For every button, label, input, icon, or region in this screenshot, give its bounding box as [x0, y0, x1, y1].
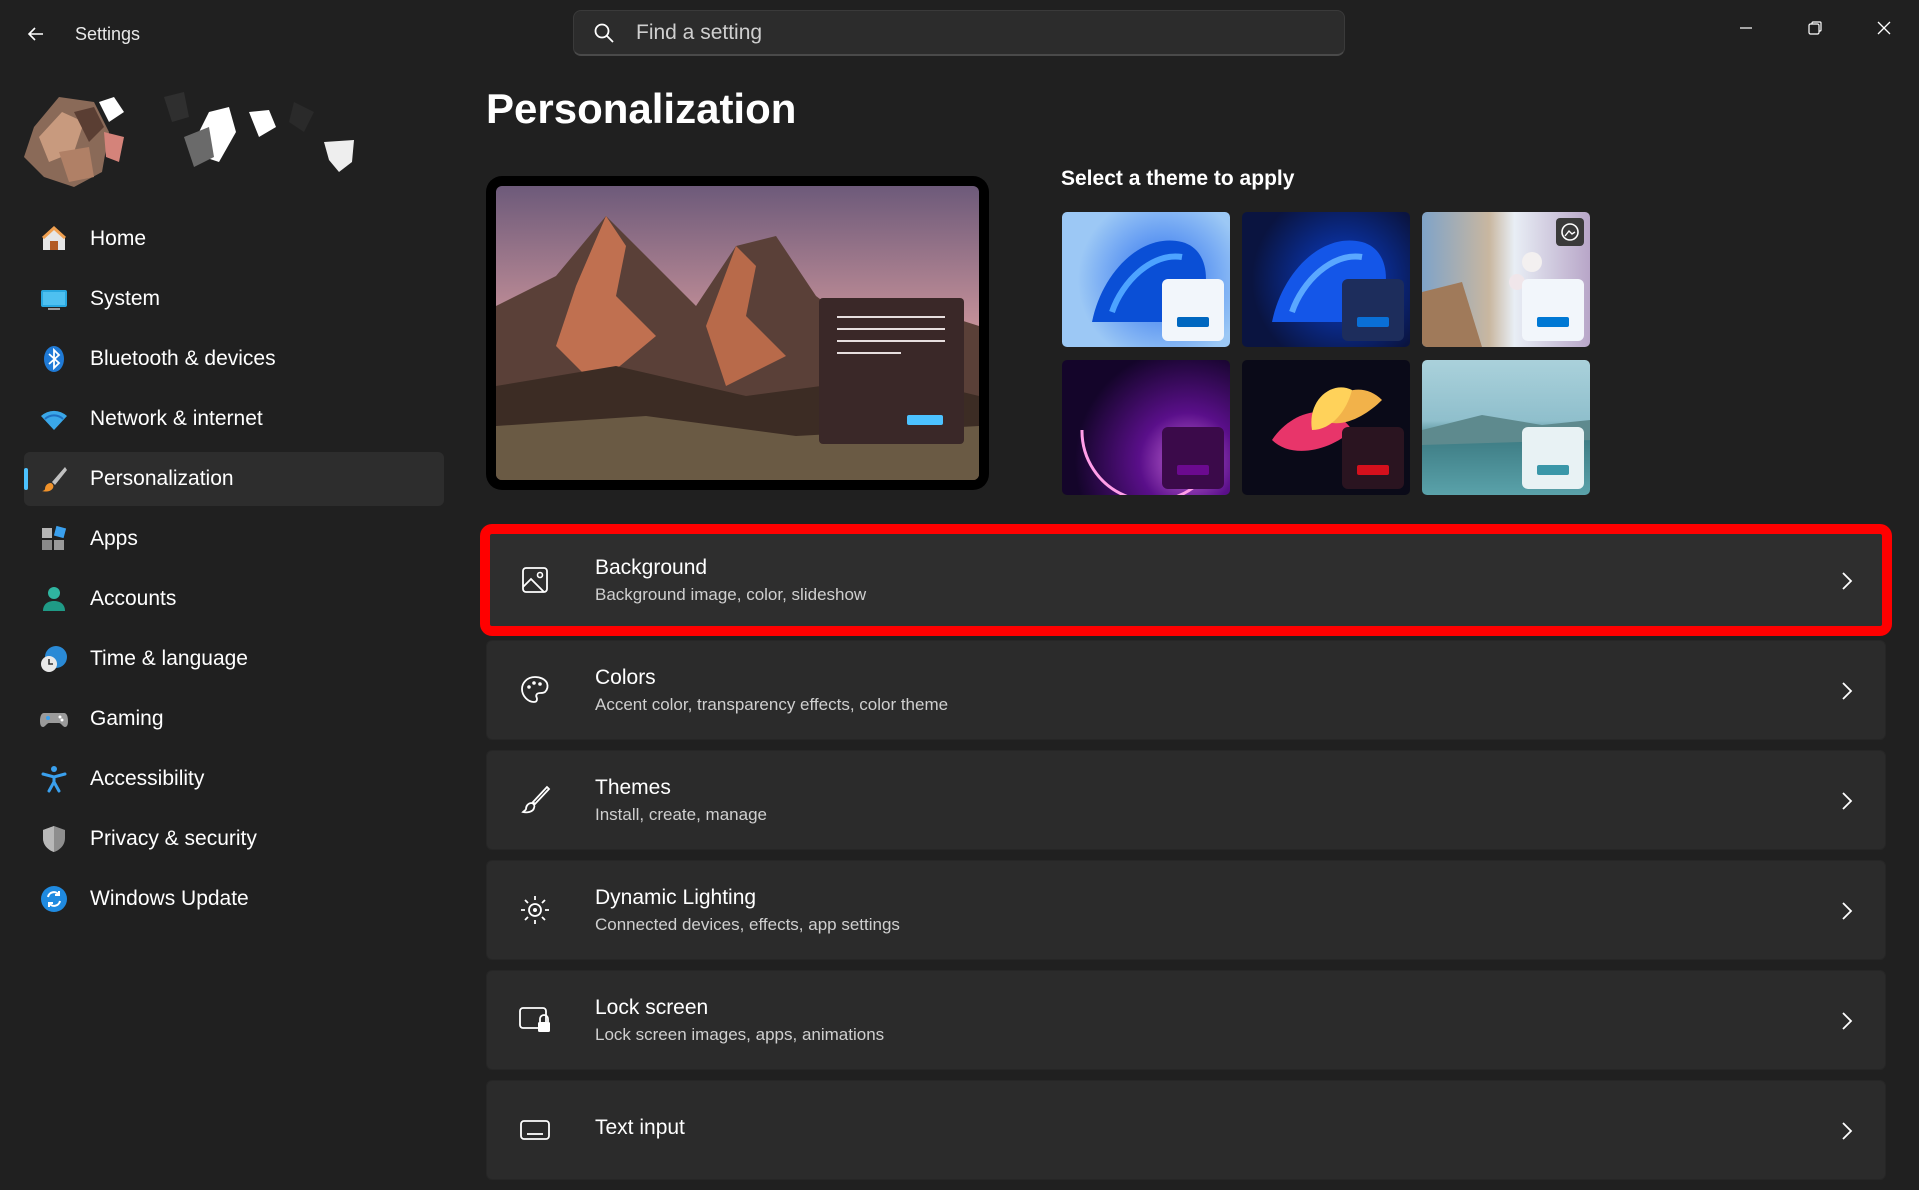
sidebar-item-label: Network & internet	[90, 407, 263, 430]
close-icon	[1877, 21, 1891, 35]
wifi-icon	[38, 403, 70, 435]
search-icon	[592, 21, 616, 45]
bluetooth-icon	[38, 343, 70, 375]
sidebar-item-label: Apps	[90, 527, 138, 550]
title-bar: Settings	[0, 0, 1919, 68]
user-profile[interactable]	[14, 82, 364, 192]
search-box[interactable]	[573, 10, 1345, 56]
lighting-icon	[517, 892, 553, 928]
restore-icon	[1808, 21, 1822, 35]
card-title: Themes	[595, 775, 671, 799]
update-icon	[38, 883, 70, 915]
sidebar-item-home[interactable]: Home	[24, 212, 444, 266]
sidebar-item-label: Accounts	[90, 587, 177, 610]
sidebar-item-personalization[interactable]: Personalization	[24, 452, 444, 506]
back-arrow-icon	[27, 27, 43, 41]
app-title: Settings	[75, 24, 141, 44]
card-description: Accent color, transparency effects, colo…	[595, 694, 949, 714]
maximize-button[interactable]	[1785, 8, 1845, 48]
theme-windows-dark[interactable]	[1242, 212, 1410, 347]
preview-wallpaper	[496, 186, 979, 480]
account-icon	[38, 583, 70, 615]
sidebar-item-windows-update[interactable]: Windows Update	[24, 872, 444, 926]
avatar	[24, 92, 354, 187]
chevron-right-icon	[1837, 899, 1857, 923]
page-title: Personalization	[486, 85, 797, 132]
sidebar-item-apps[interactable]: Apps	[24, 512, 444, 566]
sidebar-item-label: Home	[90, 227, 147, 250]
shield-icon	[38, 823, 70, 855]
accessibility-icon	[38, 763, 70, 795]
apps-icon	[38, 523, 70, 555]
card-background[interactable]: Background Background image, color, slid…	[480, 524, 1892, 636]
sidebar-item-label: Windows Update	[90, 887, 249, 910]
chevron-right-icon	[1837, 789, 1857, 813]
home-icon	[38, 223, 70, 255]
sidebar-item-accessibility[interactable]: Accessibility	[24, 752, 444, 806]
card-dynamic-lighting[interactable]: Dynamic Lighting Connected devices, effe…	[486, 860, 1886, 960]
sidebar-item-label: Time & language	[90, 647, 248, 670]
sidebar-item-system[interactable]: System	[24, 272, 444, 326]
desktop-preview	[486, 176, 989, 490]
minimize-button[interactable]	[1716, 8, 1776, 48]
back-button[interactable]	[20, 18, 52, 50]
card-description: Install, create, manage	[595, 804, 767, 824]
image-icon	[517, 562, 553, 598]
sidebar-item-gaming[interactable]: Gaming	[24, 692, 444, 746]
sidebar-item-label: Privacy & security	[90, 827, 257, 850]
card-title: Colors	[595, 665, 656, 689]
card-lock-screen[interactable]: Lock screen Lock screen images, apps, an…	[486, 970, 1886, 1070]
sidebar-item-label: System	[90, 287, 161, 310]
theme-flow[interactable]	[1422, 360, 1590, 495]
card-themes[interactable]: Themes Install, create, manage	[486, 750, 1886, 850]
theme-captured-motion[interactable]	[1242, 360, 1410, 495]
chevron-right-icon	[1837, 679, 1857, 703]
card-title: Lock screen	[595, 995, 709, 1019]
sidebar-item-accounts[interactable]: Accounts	[24, 572, 444, 626]
palette-icon	[517, 672, 553, 708]
card-description: Connected devices, effects, app settings	[595, 914, 900, 934]
sidebar-item-privacy[interactable]: Privacy & security	[24, 812, 444, 866]
chevron-right-icon	[1837, 1009, 1857, 1033]
card-description: Background image, color, slideshow	[595, 584, 867, 604]
sidebar-nav: Home System Bluetooth & devices Network …	[24, 212, 444, 932]
card-title: Dynamic Lighting	[595, 885, 757, 909]
close-button[interactable]	[1854, 8, 1914, 48]
theme-glow[interactable]	[1062, 360, 1230, 495]
brush-icon	[38, 463, 70, 495]
card-text-input[interactable]: Text input	[486, 1080, 1886, 1180]
theme-heading: Select a theme to apply	[1061, 167, 1295, 190]
chevron-right-icon	[1837, 569, 1857, 593]
sidebar-item-bluetooth[interactable]: Bluetooth & devices	[24, 332, 444, 386]
sidebar-item-label: Accessibility	[90, 767, 205, 790]
search-input[interactable]	[634, 19, 1318, 46]
sidebar-item-label: Gaming	[90, 707, 164, 730]
card-title: Text input	[595, 1115, 685, 1139]
sidebar-item-network[interactable]: Network & internet	[24, 392, 444, 446]
card-description: Lock screen images, apps, animations	[595, 1024, 885, 1044]
theme-spotlight[interactable]	[1422, 212, 1590, 347]
system-icon	[38, 283, 70, 315]
lock-screen-icon	[517, 1002, 553, 1038]
sidebar-item-label: Personalization	[90, 467, 234, 490]
keyboard-icon	[517, 1112, 553, 1148]
card-title: Background	[595, 555, 708, 579]
sidebar-item-label: Bluetooth & devices	[90, 347, 276, 370]
minimize-icon	[1740, 27, 1752, 29]
card-colors[interactable]: Colors Accent color, transparency effect…	[486, 640, 1886, 740]
theme-windows-light[interactable]	[1062, 212, 1230, 347]
preview-window	[819, 298, 964, 444]
brush-icon	[517, 782, 553, 818]
sidebar-item-time-language[interactable]: Time & language	[24, 632, 444, 686]
theme-grid	[1062, 212, 1602, 498]
gamepad-icon	[38, 703, 70, 735]
spotlight-badge-icon	[1556, 218, 1584, 246]
settings-list: Background Background image, color, slid…	[480, 524, 1892, 1190]
time-language-icon	[38, 643, 70, 675]
